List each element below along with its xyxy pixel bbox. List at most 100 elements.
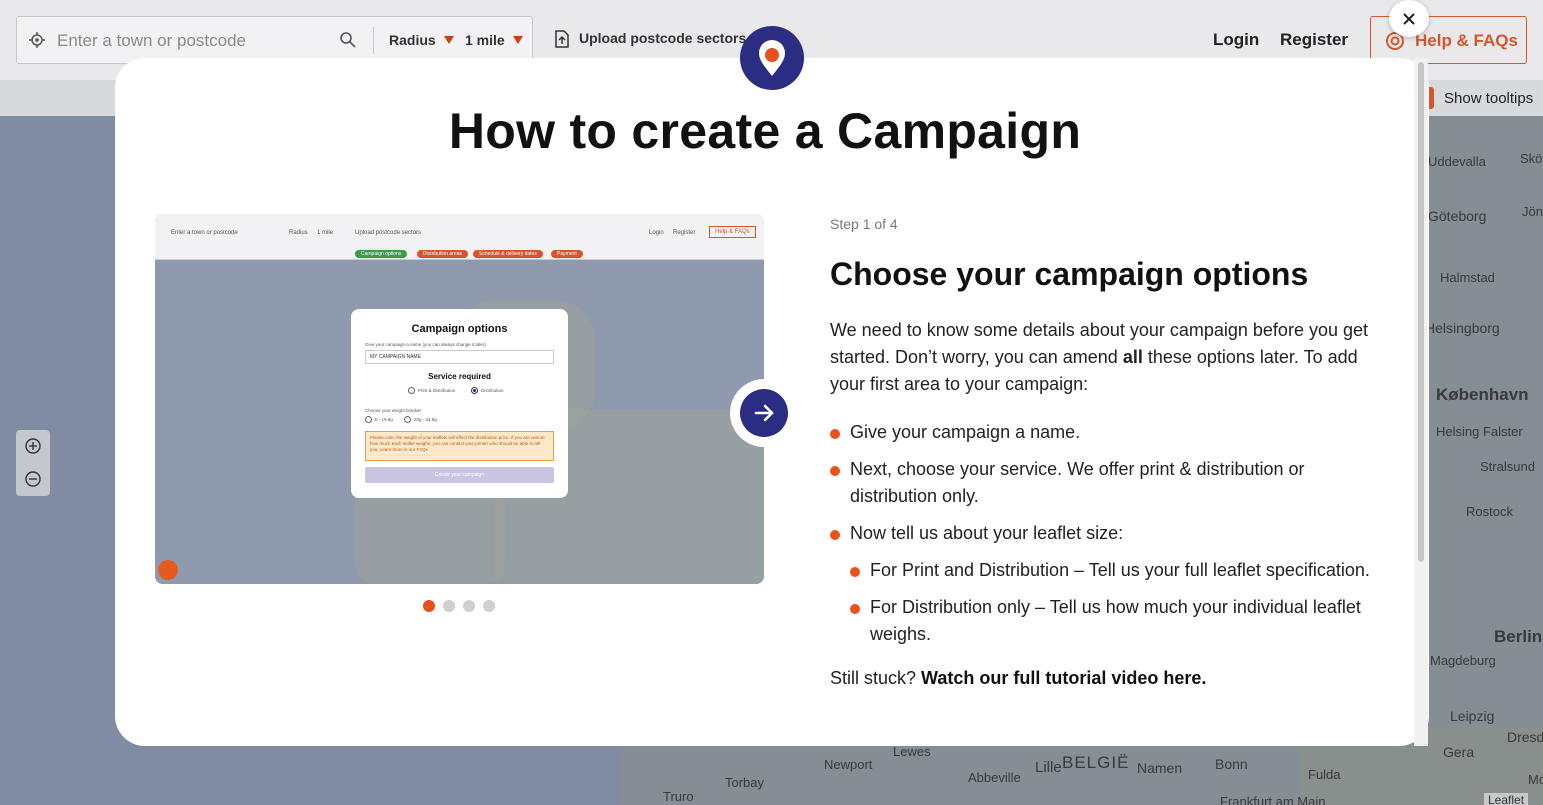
map-label: Torbay [725, 775, 765, 790]
close-icon [1403, 13, 1415, 25]
map-label: Halmstad [1440, 270, 1495, 285]
sub-bullet-item: For Print and Distribution – Tell us you… [850, 557, 1390, 584]
map-label: Fulda [1308, 767, 1341, 782]
plus-icon [25, 438, 41, 454]
step-content: Step 1 of 4 Choose your campaign options… [830, 216, 1390, 689]
preview-login: Login [649, 230, 664, 236]
map-label: Truro [663, 789, 694, 804]
map-label: Helsingborg [1425, 320, 1500, 336]
preview-radio [404, 416, 411, 423]
preview-help: Help & FAQs [709, 226, 756, 238]
map-label: Leipzig [1450, 708, 1495, 724]
preview-search: Enter a town or postcode [171, 230, 238, 236]
zoom-out-button[interactable] [16, 463, 50, 496]
zoom-in-button[interactable] [16, 430, 50, 463]
map-label: Most [1528, 772, 1543, 787]
upload-postcode-sectors-button[interactable]: Upload postcode sectors [579, 30, 746, 46]
preview-service-opt2: Distribution [481, 388, 504, 393]
step-bullets: Give your campaign a name. Next, choose … [830, 419, 1390, 648]
map-label: Lille [1035, 759, 1062, 776]
preview-radius: Radius [289, 230, 308, 236]
preview-header: Enter a town or postcode Radius 1 mile U… [155, 214, 764, 260]
preview-radio [471, 387, 478, 394]
preview-step: Schedule & delivery dates [473, 250, 543, 258]
locate-icon[interactable] [29, 32, 45, 48]
preview-weight-opt1: 0 - 19.9g [375, 417, 393, 422]
divider [373, 27, 374, 54]
modal-title: How to create a Campaign [448, 103, 1082, 159]
modal-scrollbar[interactable] [1414, 58, 1428, 746]
distance-value: 1 mile [465, 32, 505, 48]
map-label: Gera [1443, 744, 1475, 760]
zoom-control [16, 430, 50, 496]
upload-file-icon [555, 30, 569, 48]
preview-step: Distribution areas [417, 250, 468, 258]
minus-icon [25, 471, 41, 487]
step-counter: Step 1 of 4 [830, 216, 898, 232]
distance-select[interactable]: 1 mile [465, 32, 523, 48]
next-slide-button[interactable] [730, 379, 798, 447]
tutorial-video-link[interactable]: Watch our full tutorial video here. [921, 668, 1206, 688]
register-link[interactable]: Register [1280, 30, 1348, 50]
map-label: Newport [824, 757, 873, 772]
map-label: Namen [1137, 760, 1183, 776]
search-icon[interactable] [339, 31, 357, 49]
map-label: Frankfurt am Main [1220, 794, 1326, 805]
map-label: Stralsund [1480, 459, 1535, 474]
map-label: København [1436, 385, 1529, 404]
step-title: Choose your campaign options [830, 256, 1309, 292]
still-stuck-text: Still stuck? [830, 668, 922, 689]
map-pin-logo-icon [740, 26, 804, 90]
radius-label: Radius [389, 32, 436, 48]
preview-campaign-options-card: Campaign options Give your campaign a na… [351, 309, 568, 498]
preview-name-input: MY CAMPAIGN NAME [365, 350, 554, 364]
map-label: Skövde [1520, 151, 1543, 166]
map-label: Helsing Falster [1436, 424, 1523, 439]
preview-warning-text: Please note, the weight of your leaflets… [370, 435, 545, 452]
sub-bullet-item: For Distribution only – Tell us how much… [850, 594, 1390, 648]
bullet-item: Give your campaign a name. [830, 419, 1390, 446]
intro-bold: all [1122, 347, 1143, 368]
bullet-item: Now tell us about your leaflet size: [830, 520, 1390, 547]
preview-create-button: Create your campaign [365, 467, 554, 483]
slide-dot-2[interactable] [443, 600, 455, 612]
search-box[interactable]: Enter a town or postcode Radius 1 mile [16, 16, 533, 64]
tutorial-screenshot: Enter a town or postcode Radius 1 mile U… [155, 214, 764, 584]
map-label: Abbeville [968, 770, 1021, 785]
preview-card-title: Campaign options [411, 323, 508, 335]
map-label: Rostock [1466, 504, 1513, 519]
chevron-down-icon [443, 36, 454, 44]
arrow-right-icon [754, 404, 774, 422]
close-button[interactable] [1389, 0, 1429, 37]
map-label: Uddevalla [1428, 154, 1486, 169]
chevron-down-icon [512, 36, 523, 44]
preview-step: Campaign options [355, 250, 408, 258]
preview-mile: 1 mile [317, 230, 334, 236]
preview-step: Payment [551, 250, 583, 258]
tooltips-label: Show tooltips [1444, 90, 1534, 107]
slide-dot-3[interactable] [463, 600, 475, 612]
search-input[interactable]: Enter a town or postcode [57, 31, 246, 51]
preview-name-hint: Give your campaign a name (you can alway… [365, 342, 486, 347]
preview-warning: Please note, the weight of your leaflets… [365, 431, 554, 461]
preview-service-opt1: Print & Distribution [418, 388, 456, 393]
login-link[interactable]: Login [1213, 30, 1259, 50]
bullet-item: Next, choose your service. We offer prin… [830, 456, 1390, 510]
chat-icon [158, 560, 178, 580]
scrollbar-thumb[interactable] [1418, 62, 1424, 562]
map-label: Berlin [1494, 627, 1543, 646]
radius-select[interactable]: Radius [389, 32, 454, 48]
preview-radio [408, 387, 415, 394]
slide-dot-1[interactable] [423, 600, 435, 612]
map-label: BELGIË [1062, 753, 1130, 772]
map-label: Göteborg [1428, 208, 1487, 224]
preview-weight-opt2: 20g - 34.9g [414, 417, 437, 422]
map-label: Bonn [1215, 756, 1248, 772]
preview-weight-hint: Choose your weight bracket [365, 408, 421, 413]
preview-upload: Upload postcode sectors [355, 230, 422, 236]
map-attribution[interactable]: Leaflet [1484, 793, 1529, 805]
preview-radio [365, 416, 372, 423]
preview-register: Register [673, 230, 696, 236]
map-label: Jönköping [1522, 204, 1543, 219]
slide-dot-4[interactable] [483, 600, 495, 612]
